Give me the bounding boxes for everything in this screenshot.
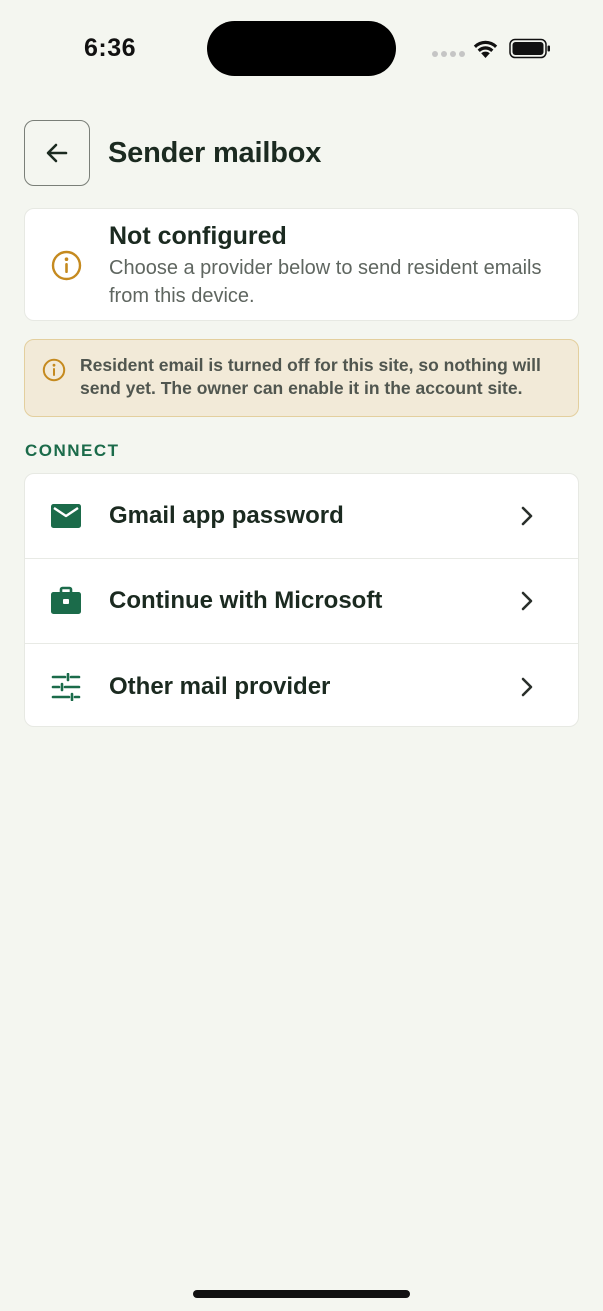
info-circle-icon — [42, 358, 66, 382]
gmail-app-password-row[interactable]: Gmail app password — [25, 474, 578, 559]
home-indicator[interactable] — [193, 1290, 410, 1298]
other-mail-provider-row[interactable]: Other mail provider — [25, 644, 578, 726]
chevron-right-icon — [521, 677, 533, 696]
arrow-left-icon — [46, 143, 68, 163]
cellular-signal-icon — [432, 51, 465, 57]
sliders-icon — [50, 671, 82, 703]
microsoft-row[interactable]: Continue with Microsoft — [25, 559, 578, 644]
envelope-icon — [50, 500, 82, 532]
page-header: Sender mailbox — [24, 120, 579, 186]
wifi-icon — [473, 40, 498, 58]
section-label-connect: CONNECT — [25, 441, 120, 460]
dynamic-island — [207, 21, 396, 76]
warning-text: Resident email is turned off for this si… — [80, 355, 541, 398]
back-button[interactable] — [24, 120, 90, 186]
configuration-status-card: Not configured Choose a provider below t… — [24, 208, 579, 321]
status-time: 6:36 — [84, 34, 137, 62]
row-label: Gmail app password — [109, 502, 344, 529]
warning-banner: Resident email is turned off for this si… — [24, 339, 579, 417]
status-bar: 6:36 — [0, 0, 603, 100]
page-title: Sender mailbox — [108, 136, 322, 169]
status-title: Not configured — [109, 222, 287, 250]
sender-mailbox-screen: 6:36 Sender mailbox Not configured Choos… — [0, 0, 603, 1311]
row-label: Continue with Microsoft — [109, 587, 383, 614]
briefcase-icon — [50, 585, 82, 617]
info-circle-icon — [51, 250, 82, 281]
row-label: Other mail provider — [109, 672, 331, 700]
chevron-right-icon — [521, 506, 533, 526]
connect-provider-list: Gmail app password Continue with Microso… — [24, 473, 579, 727]
battery-icon — [509, 38, 550, 59]
status-description: Choose a provider below to send resident… — [109, 257, 542, 307]
chevron-right-icon — [521, 591, 533, 611]
